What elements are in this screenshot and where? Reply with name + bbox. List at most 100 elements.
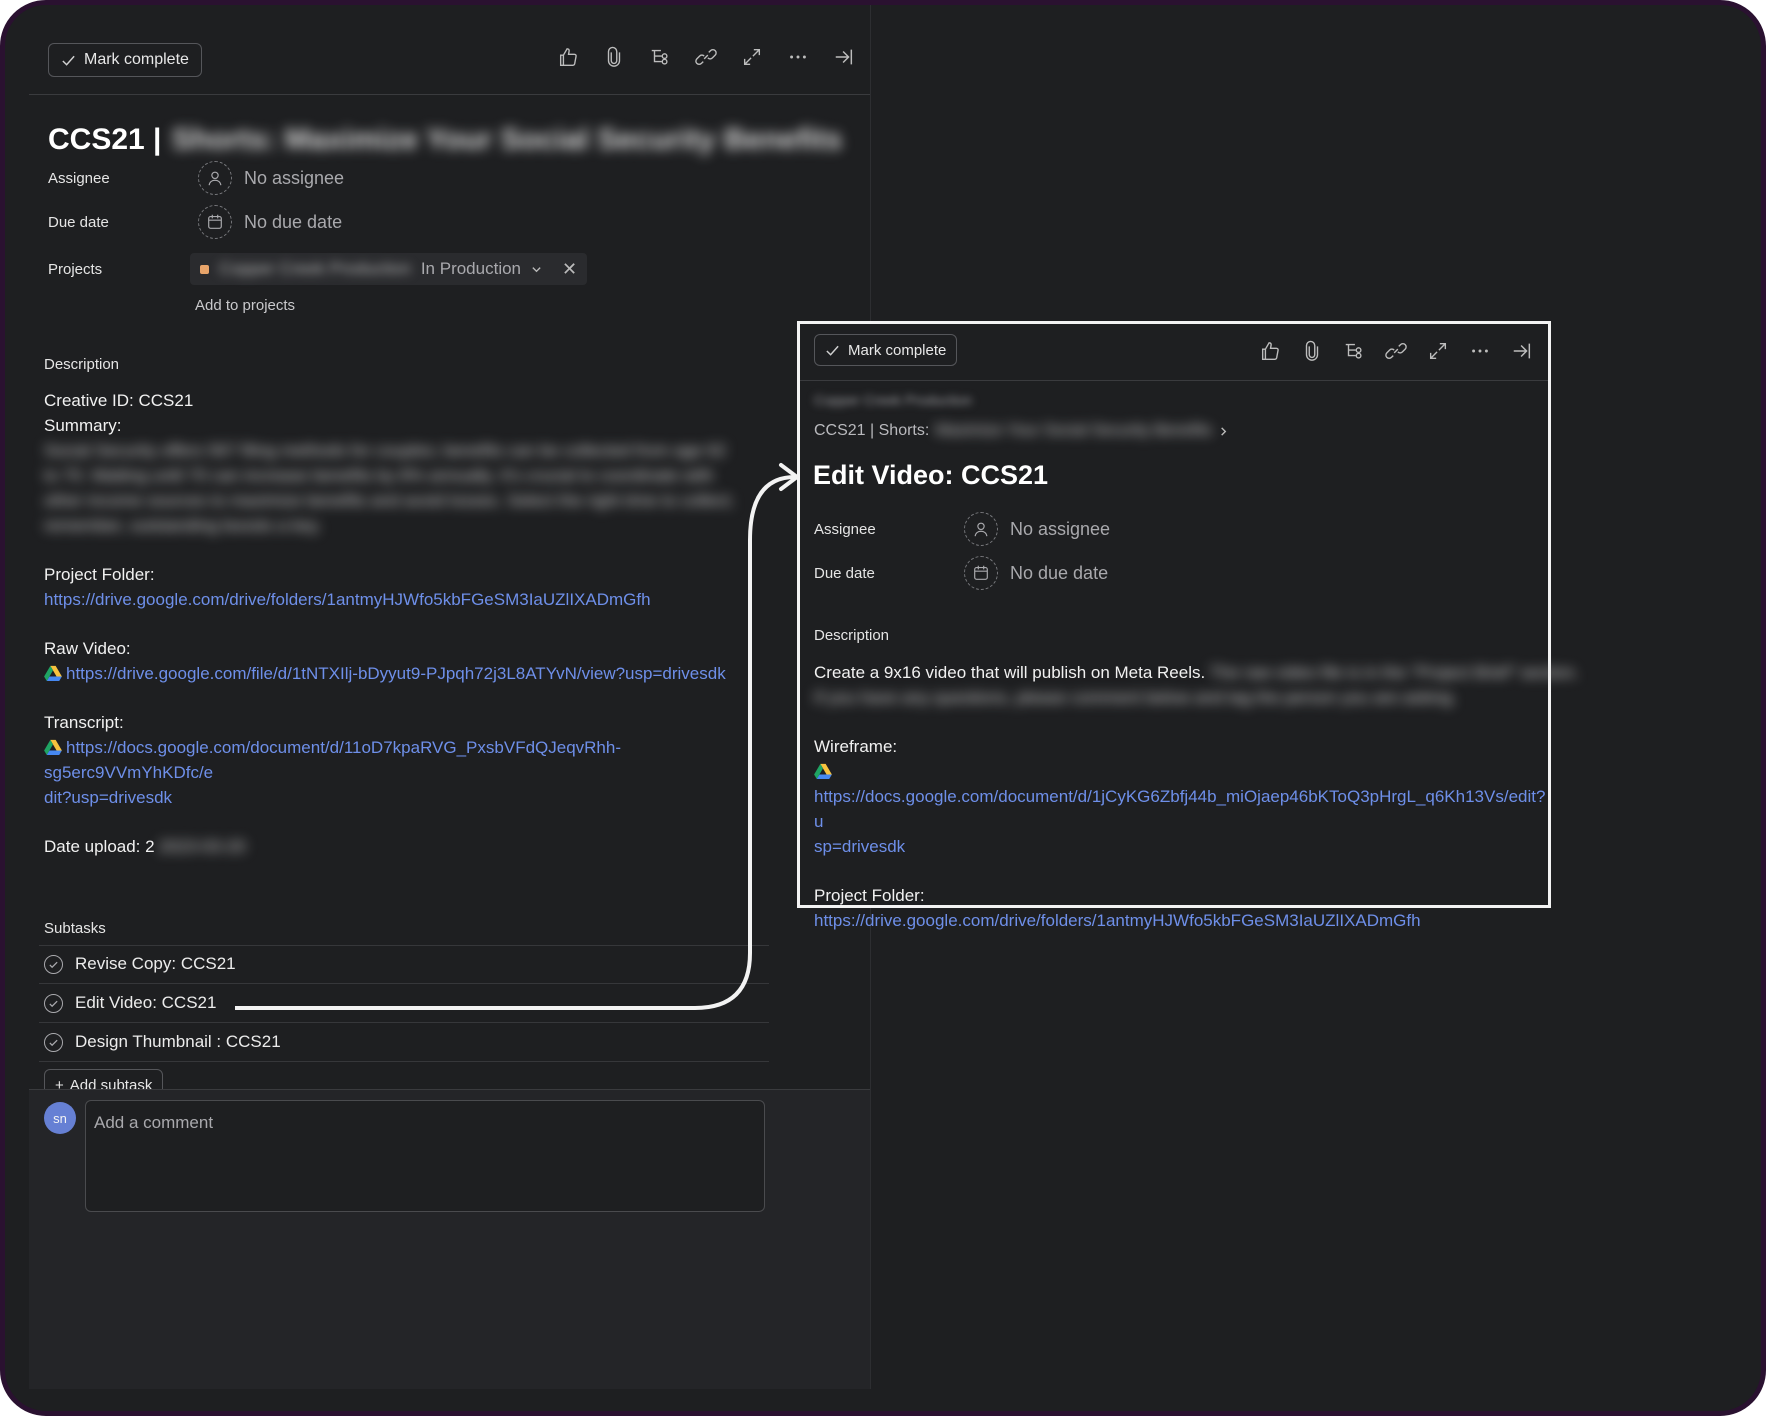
mark-complete-button[interactable]: Mark complete bbox=[814, 334, 958, 366]
summary-redacted: Social Security offers 567 filing method… bbox=[44, 441, 734, 535]
due-date-row: Due date No due date bbox=[814, 556, 1108, 590]
raw-video-url: https://drive.google.com/file/d/1tNTXIlj… bbox=[66, 664, 726, 683]
subtask-detail-panel: Mark complete Copper Creek Production CC… bbox=[797, 321, 1579, 930]
subtask-title[interactable]: Design Thumbnail : CCS21 bbox=[75, 1032, 281, 1052]
date-upload-label: Date upload: 2 bbox=[44, 837, 155, 856]
project-color-dot bbox=[200, 264, 209, 274]
subtask-title[interactable]: Revise Copy: CCS21 bbox=[75, 954, 236, 974]
assignee-value[interactable]: No assignee bbox=[964, 512, 1110, 546]
due-date-row: Due date No due date bbox=[48, 205, 342, 239]
projects-label: Projects bbox=[48, 260, 103, 278]
check-icon bbox=[826, 345, 839, 356]
date-upload: Date upload: 2 2023-03-20 bbox=[44, 834, 734, 859]
wireframe-url-line1: https://docs.google.com/document/d/1jCyK… bbox=[814, 787, 1546, 831]
remove-project-icon[interactable]: ✕ bbox=[562, 259, 577, 280]
wireframe-label: Wireframe: bbox=[814, 737, 898, 756]
description-body[interactable]: Create a 9x16 video that will publish on… bbox=[814, 660, 1579, 933]
check-circle-icon[interactable] bbox=[44, 993, 63, 1013]
google-drive-icon bbox=[814, 763, 832, 779]
project-name-redacted: Copper Creek Production bbox=[219, 259, 411, 278]
user-icon bbox=[964, 512, 998, 546]
more-options-icon[interactable] bbox=[1468, 339, 1492, 363]
due-date-label: Due date bbox=[814, 564, 875, 582]
due-date-value[interactable]: No due date bbox=[198, 205, 342, 239]
project-breadcrumb-redacted[interactable]: Copper Creek Production bbox=[814, 392, 972, 408]
avatar[interactable]: sn bbox=[44, 1102, 76, 1134]
expand-icon[interactable] bbox=[1426, 339, 1450, 363]
subtask-icon[interactable] bbox=[648, 45, 672, 69]
assignee-value[interactable]: No assignee bbox=[198, 161, 344, 195]
transcript-link[interactable]: https://docs.google.com/document/d/11oD7… bbox=[44, 735, 734, 810]
chevron-down-icon[interactable] bbox=[531, 264, 542, 275]
check-circle-icon[interactable] bbox=[44, 1032, 63, 1052]
subtask-title[interactable]: Edit Video: CCS21 bbox=[75, 993, 216, 1013]
chevron-right-icon bbox=[1221, 426, 1227, 436]
subtask-title[interactable]: Edit Video: CCS21 bbox=[813, 460, 1048, 491]
subtask-toolbar: Mark complete bbox=[800, 324, 1548, 381]
app-frame: Mark complete CCS21 | Shorts: Maximize Y… bbox=[0, 0, 1766, 1416]
description-label: Description bbox=[44, 356, 120, 373]
due-date-text: No due date bbox=[1010, 562, 1109, 583]
check-circle-icon[interactable] bbox=[44, 954, 63, 974]
project-pill[interactable]: Copper Creek Production In Production ✕ bbox=[190, 253, 588, 285]
assignee-row: Assignee No assignee bbox=[48, 161, 344, 195]
google-drive-icon bbox=[44, 739, 62, 755]
project-section[interactable]: In Production bbox=[421, 259, 521, 279]
due-date-value[interactable]: No due date bbox=[964, 556, 1108, 590]
subtasks-label: Subtasks bbox=[44, 920, 106, 937]
link-icon[interactable] bbox=[694, 45, 718, 69]
subtask-icon[interactable] bbox=[1342, 339, 1366, 363]
assignee-row: Assignee No assignee bbox=[814, 512, 1110, 546]
user-icon bbox=[198, 161, 232, 195]
mark-complete-button[interactable]: Mark complete bbox=[48, 43, 202, 77]
subtask-row[interactable]: Revise Copy: CCS21 bbox=[39, 945, 769, 984]
close-panel-icon[interactable] bbox=[1510, 339, 1534, 363]
project-folder-link[interactable]: https://drive.google.com/drive/folders/1… bbox=[44, 587, 734, 612]
date-upload-redacted: 2023-03-20 bbox=[158, 837, 246, 856]
calendar-icon bbox=[198, 205, 232, 239]
expand-icon[interactable] bbox=[740, 45, 764, 69]
parent-task-prefix: CCS21 | Shorts: bbox=[814, 422, 930, 439]
subtask-row[interactable]: Edit Video: CCS21 bbox=[39, 984, 769, 1023]
calendar-icon bbox=[964, 556, 998, 590]
comment-area: sn Add a comment bbox=[29, 1089, 870, 1389]
mark-complete-label: Mark complete bbox=[84, 51, 189, 68]
close-panel-icon[interactable] bbox=[832, 45, 856, 69]
assignee-label: Assignee bbox=[814, 520, 876, 538]
description-text: Create a 9x16 video that will publish on… bbox=[814, 663, 1206, 682]
assignee-label: Assignee bbox=[48, 169, 110, 187]
project-folder-label: Project Folder: bbox=[44, 565, 155, 584]
comment-input[interactable]: Add a comment bbox=[85, 1100, 765, 1212]
attachment-icon[interactable] bbox=[602, 45, 626, 69]
like-icon[interactable] bbox=[556, 45, 580, 69]
raw-video-label: Raw Video: bbox=[44, 639, 131, 658]
add-to-projects-link[interactable]: Add to projects bbox=[195, 297, 295, 314]
description-body[interactable]: Creative ID: CCS21 Summary: Social Secur… bbox=[44, 388, 734, 859]
subtask-row[interactable]: Design Thumbnail : CCS21 bbox=[39, 1023, 769, 1062]
transcript-url-line2: dit?usp=drivesdk bbox=[44, 788, 173, 807]
projects-row: Projects Copper Creek Production In Prod… bbox=[48, 253, 588, 285]
google-drive-icon bbox=[44, 665, 62, 681]
task-detail-panel: Mark complete CCS21 | Shorts: Maximize Y… bbox=[29, 5, 871, 1389]
assignee-text: No assignee bbox=[1010, 518, 1111, 539]
toolbar-actions bbox=[1258, 339, 1534, 363]
description-line2-redacted: If you have any questions, please commen… bbox=[814, 688, 1457, 707]
due-date-label: Due date bbox=[48, 213, 109, 231]
description-redacted: The raw video file is in the "Project Br… bbox=[1209, 663, 1579, 682]
task-title[interactable]: CCS21 | Shorts: Maximize Your Social Sec… bbox=[48, 123, 842, 157]
project-folder-link[interactable]: https://drive.google.com/drive/folders/1… bbox=[814, 908, 1534, 933]
raw-video-link[interactable]: https://drive.google.com/file/d/1tNTXIlj… bbox=[44, 661, 734, 686]
attachment-icon[interactable] bbox=[1300, 339, 1324, 363]
wireframe-link[interactable]: https://docs.google.com/document/d/1jCyK… bbox=[814, 759, 1545, 859]
task-title-redacted: Shorts: Maximize Your Social Security Be… bbox=[171, 123, 843, 156]
assignee-text: No assignee bbox=[244, 167, 345, 188]
parent-task-breadcrumb[interactable]: CCS21 | Shorts: Maximize Your Social Sec… bbox=[814, 422, 1229, 440]
wireframe-url-line2: sp=drivesdk bbox=[814, 837, 906, 856]
more-options-icon[interactable] bbox=[786, 45, 810, 69]
link-icon[interactable] bbox=[1384, 339, 1408, 363]
description-line1: Create a 9x16 video that will publish on… bbox=[814, 660, 1579, 685]
like-icon[interactable] bbox=[1258, 339, 1282, 363]
description-label: Description bbox=[814, 627, 890, 644]
summary-label: Summary: bbox=[44, 416, 122, 435]
transcript-url-line1: https://docs.google.com/document/d/11oD7… bbox=[44, 738, 622, 782]
